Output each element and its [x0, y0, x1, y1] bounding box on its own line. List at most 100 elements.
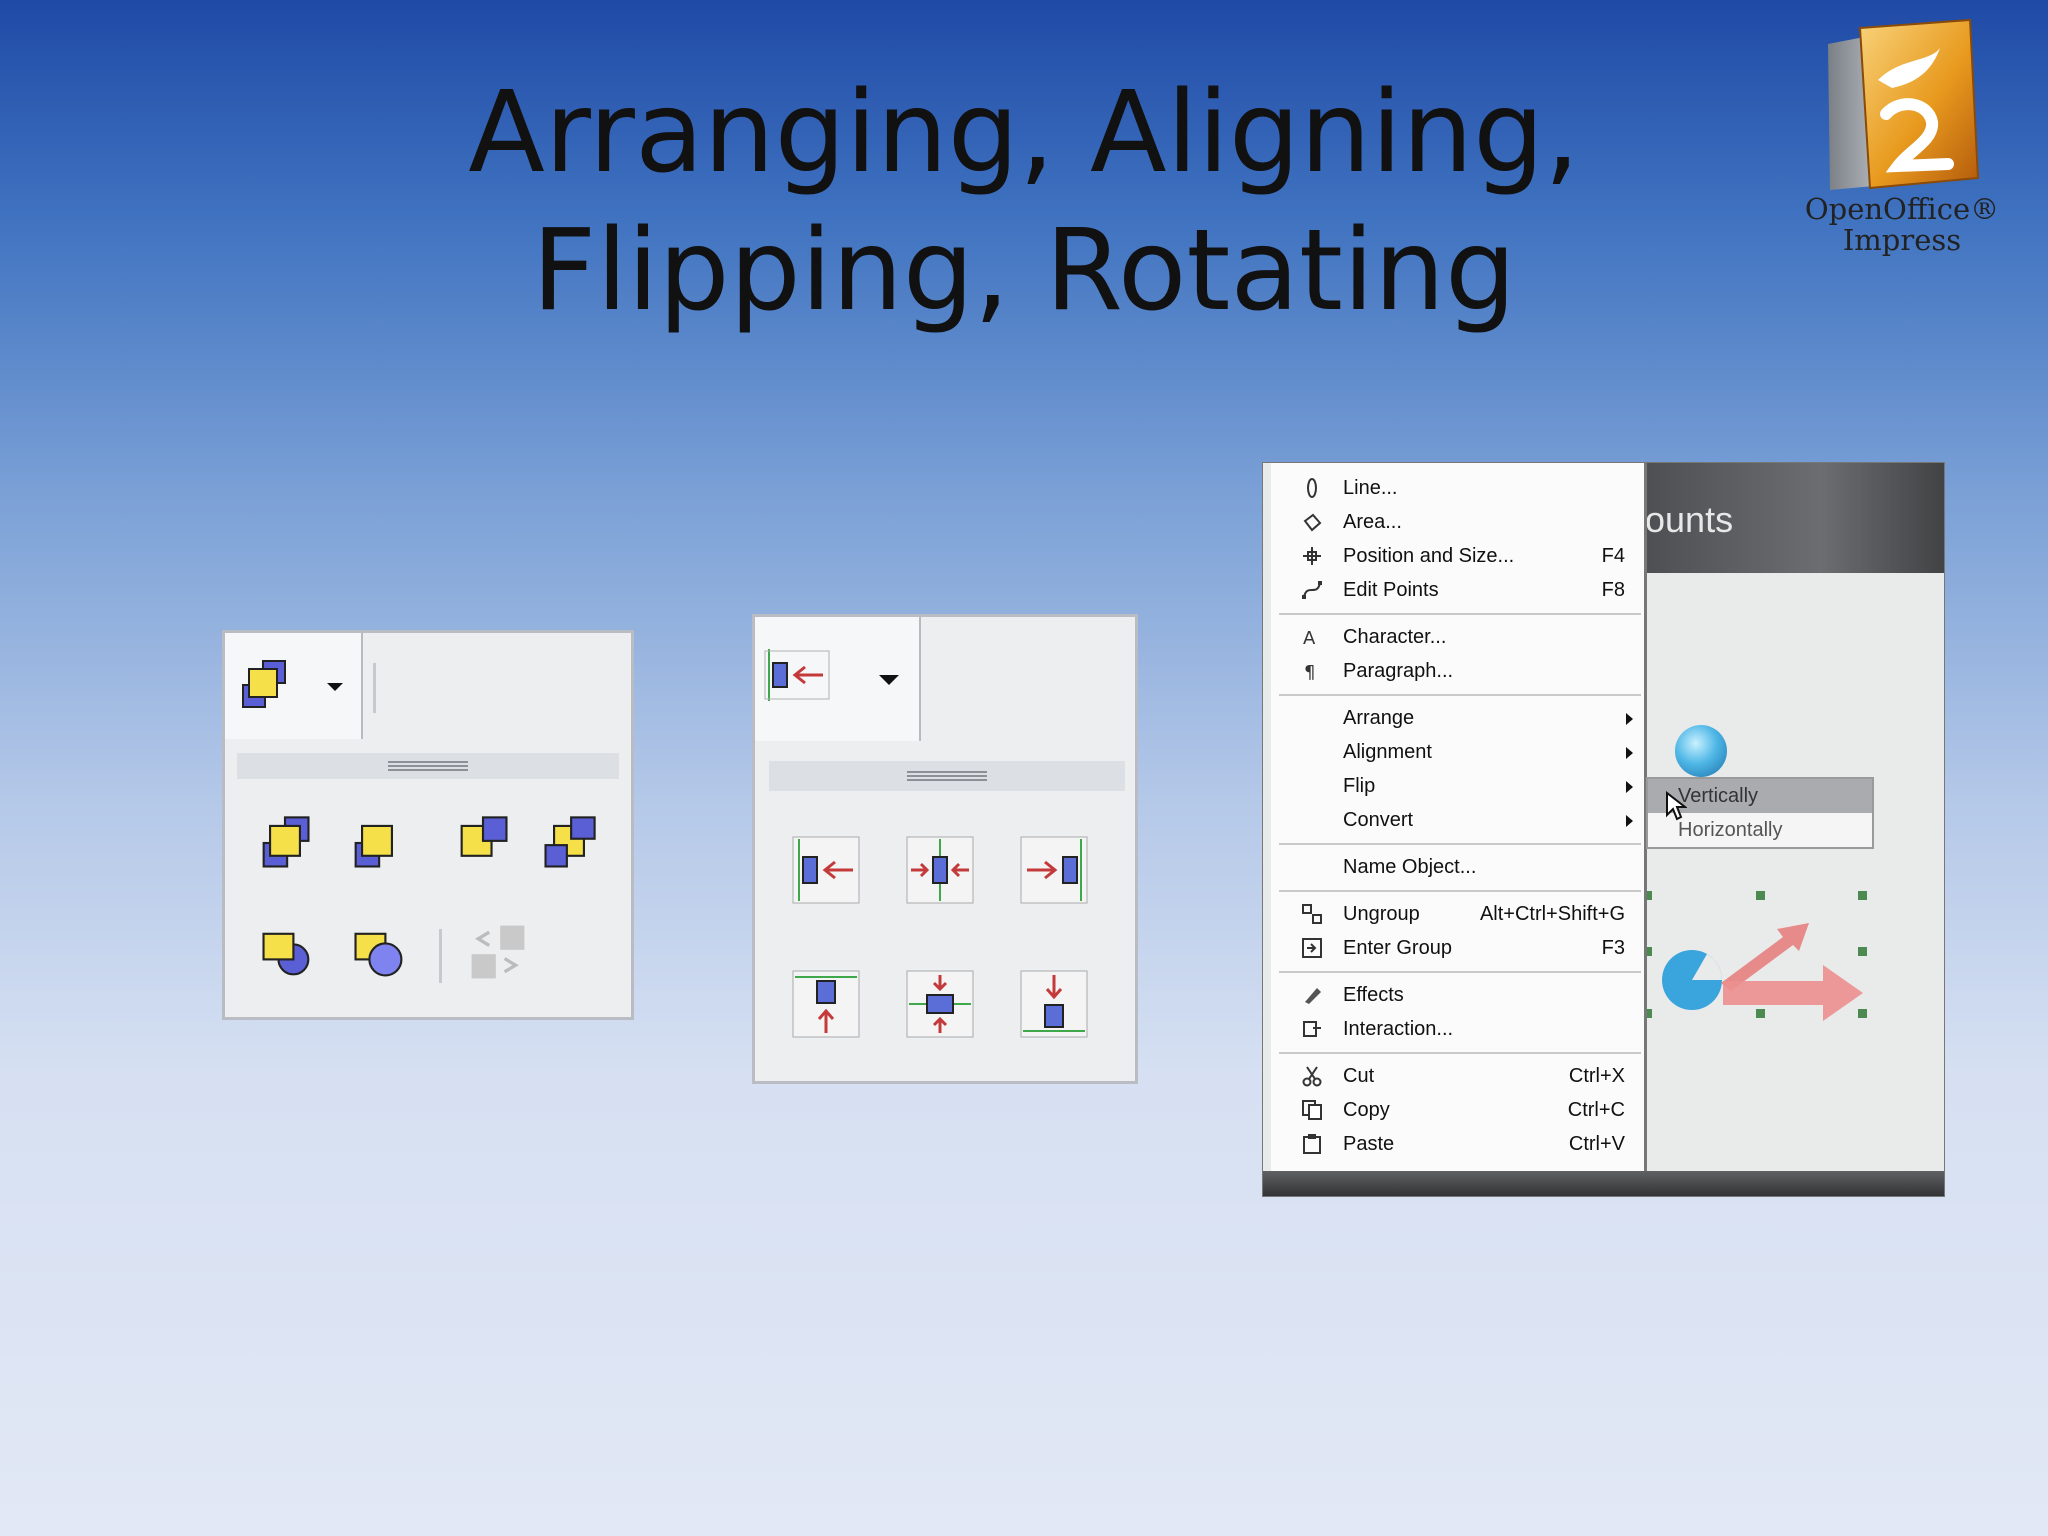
menu-item-character[interactable]: A Character... — [1271, 620, 1641, 654]
menu-item-shortcut: F3 — [1601, 937, 1625, 959]
behind-object-icon[interactable] — [347, 921, 411, 985]
send-to-back-icon[interactable] — [537, 811, 601, 875]
menu-separator — [1279, 890, 1641, 892]
scissors-icon — [1301, 1065, 1323, 1087]
menu-item-shortcut: Ctrl+V — [1568, 1133, 1625, 1155]
menu-item-label: Position and Size... — [1343, 545, 1515, 567]
menu-item-label: Edit Points — [1343, 579, 1439, 601]
chevron-down-icon — [325, 681, 345, 693]
enter-group-icon — [1301, 937, 1323, 959]
menu-item-alignment[interactable]: Alignment — [1271, 735, 1641, 769]
bring-forward-icon[interactable] — [345, 811, 409, 875]
menu-item-label: Alignment — [1343, 741, 1432, 763]
mouse-cursor-icon — [1665, 790, 1688, 826]
title-line-2: Flipping, Rotating — [531, 206, 1517, 336]
in-front-of-object-icon[interactable] — [255, 921, 319, 985]
align-center-horizontal-icon[interactable] — [905, 835, 975, 905]
send-backward-icon[interactable] — [451, 811, 515, 875]
context-menu-screenshot: ounts Line... Area... Position and Size.… — [1262, 462, 1945, 1197]
logo-line-1: OpenOffice® — [1804, 192, 2000, 226]
menu-item-cut[interactable]: Cut Ctrl+X — [1271, 1059, 1641, 1093]
character-icon: A — [1301, 626, 1323, 649]
interaction-icon — [1301, 1018, 1323, 1040]
svg-text:A: A — [1303, 628, 1316, 648]
ungroup-icon — [1301, 903, 1323, 925]
align-left-icon — [763, 647, 833, 703]
menu-item-label: Paste — [1343, 1133, 1395, 1155]
selection-handle[interactable] — [1756, 1009, 1765, 1018]
chevron-down-icon — [877, 673, 901, 687]
align-dropdown-button[interactable] — [755, 617, 921, 741]
background-header-text: ounts — [1645, 499, 1734, 540]
logo-line-2: Impress — [1842, 223, 1962, 257]
menu-separator — [1279, 694, 1641, 696]
slide-title: Arranging, Aligning, Flipping, Rotating — [0, 64, 2048, 340]
menu-item-shortcut: F4 — [1601, 545, 1625, 567]
selection-handle[interactable] — [1858, 1009, 1867, 1018]
menu-item-name-object[interactable]: Name Object... — [1271, 850, 1641, 884]
submenu-item-label: Horizontally — [1678, 819, 1783, 841]
menu-item-label: Area... — [1343, 511, 1402, 533]
menu-item-label: Paragraph... — [1343, 660, 1454, 682]
selection-handle[interactable] — [1858, 947, 1867, 956]
title-line-1: Arranging, Aligning, — [468, 68, 1580, 198]
sphere-shape — [1675, 725, 1727, 777]
menu-item-edit-points[interactable]: Edit Points F8 — [1271, 573, 1641, 607]
menu-item-label: Name Object... — [1343, 856, 1477, 878]
selection-handle[interactable] — [1858, 891, 1867, 900]
menu-item-label: Cut — [1343, 1065, 1375, 1087]
menu-item-shortcut: Ctrl+C — [1567, 1099, 1625, 1121]
submenu-item-label: Vertically — [1678, 785, 1759, 807]
align-left-icon[interactable] — [791, 835, 861, 905]
menu-item-convert[interactable]: Convert — [1271, 803, 1641, 837]
menu-item-shortcut: Ctrl+X — [1568, 1065, 1625, 1087]
menu-item-label: Line... — [1343, 477, 1398, 499]
toolbar-grip[interactable] — [237, 753, 619, 779]
arrow-shapes — [1713, 893, 1883, 1028]
area-fill-icon — [1301, 511, 1323, 533]
effects-icon — [1301, 984, 1323, 1006]
selection-handle[interactable] — [1756, 891, 1765, 900]
menu-item-effects[interactable]: Effects — [1271, 978, 1641, 1012]
align-center-vertical-icon[interactable] — [905, 969, 975, 1039]
paragraph-icon: ¶ — [1301, 660, 1323, 683]
menu-item-line[interactable]: Line... — [1271, 471, 1641, 505]
svg-text:¶: ¶ — [1304, 662, 1315, 682]
menu-item-area[interactable]: Area... — [1271, 505, 1641, 539]
menu-item-label: Enter Group — [1343, 937, 1452, 959]
menu-separator — [1279, 971, 1641, 973]
menu-separator — [1279, 613, 1641, 615]
menu-item-interaction[interactable]: Interaction... — [1271, 1012, 1641, 1046]
menu-item-ungroup[interactable]: Ungroup Alt+Ctrl+Shift+G — [1271, 897, 1641, 931]
arrange-dropdown-button[interactable] — [225, 633, 363, 739]
menu-item-copy[interactable]: Copy Ctrl+C — [1271, 1093, 1641, 1127]
toolbar-grip[interactable] — [769, 761, 1125, 791]
toolbar-divider — [373, 663, 376, 713]
menu-separator — [1279, 843, 1641, 845]
menu-item-label: Copy — [1343, 1099, 1390, 1121]
submenu-arrow-icon — [1626, 713, 1633, 725]
menu-item-label: Convert — [1343, 809, 1414, 831]
submenu-arrow-icon — [1626, 747, 1633, 759]
align-top-icon[interactable] — [791, 969, 861, 1039]
position-size-icon — [1301, 545, 1323, 567]
menu-item-label: Character... — [1343, 626, 1447, 648]
menu-item-arrange[interactable]: Arrange — [1271, 701, 1641, 735]
bring-to-front-icon[interactable] — [253, 811, 317, 875]
edit-points-icon — [1301, 579, 1323, 601]
align-bottom-icon[interactable] — [1019, 969, 1089, 1039]
align-toolbar-panel — [752, 614, 1138, 1084]
arrange-toolbar-panel — [222, 630, 634, 1020]
menu-item-label: Arrange — [1343, 707, 1415, 729]
menu-item-position-size[interactable]: Position and Size... F4 — [1271, 539, 1641, 573]
reverse-order-icon[interactable] — [465, 919, 531, 985]
menu-item-enter-group[interactable]: Enter Group F3 — [1271, 931, 1641, 965]
submenu-arrow-icon — [1626, 815, 1633, 827]
arrange-icon — [233, 655, 293, 715]
menu-item-paragraph[interactable]: ¶ Paragraph... — [1271, 654, 1641, 688]
align-right-icon[interactable] — [1019, 835, 1089, 905]
background-bottom-bar — [1263, 1171, 1944, 1196]
menu-item-paste[interactable]: Paste Ctrl+V — [1271, 1127, 1641, 1161]
menu-item-flip[interactable]: Flip — [1271, 769, 1641, 803]
menu-item-label: Ungroup — [1343, 903, 1420, 925]
